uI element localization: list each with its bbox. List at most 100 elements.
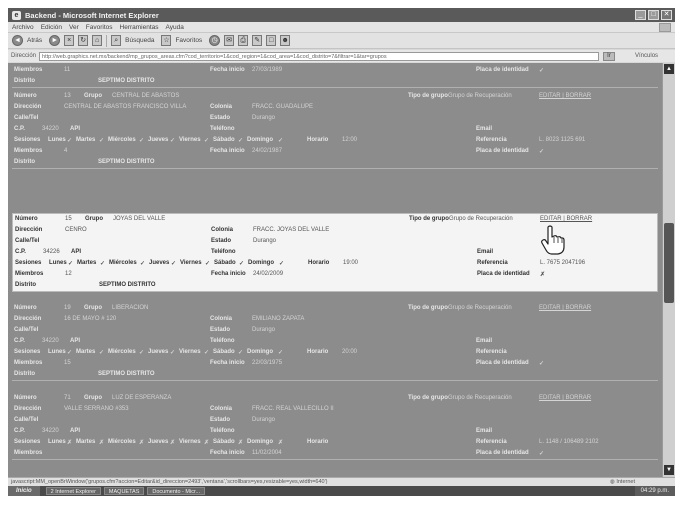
label-placa: Placa de identidad xyxy=(476,67,529,73)
start-button[interactable]: Inicio xyxy=(8,486,40,496)
group-record: Número 71 Grupo LUZ DE ESPERANZA Tipo de… xyxy=(12,393,658,460)
value-colonia: FRACC. JOYAS DEL VALLE xyxy=(253,227,330,233)
print-icon[interactable]: ⎙ xyxy=(238,35,249,46)
day-viernes: Viernes xyxy=(180,260,202,266)
search-label[interactable]: Búsqueda xyxy=(125,37,154,44)
check-icon: ✓ xyxy=(67,138,73,144)
label-grupo: Grupo xyxy=(84,93,102,99)
scroll-up-icon[interactable]: ▲ xyxy=(664,64,674,74)
label-miembros: Miembros xyxy=(14,360,43,366)
check-icon: ✓ xyxy=(205,261,211,267)
label-colonia: Colonia xyxy=(210,406,232,412)
close-button[interactable]: ✕ xyxy=(661,10,672,20)
check-icon: ✓ xyxy=(171,261,177,267)
value-cp: 34220 xyxy=(42,338,59,344)
value-estado: Durango xyxy=(252,327,276,333)
label-grupo: Grupo xyxy=(85,216,103,222)
check-icon: ✓ xyxy=(100,261,106,267)
address-bar: Dirección http://web.graphics.net.mx/bac… xyxy=(8,50,675,62)
label-distrito: Distrito xyxy=(14,371,35,377)
label-fecha-inicio: Fecha inicio xyxy=(210,67,245,73)
mail-icon[interactable]: ✉ xyxy=(224,35,235,46)
value-cp: 34220 xyxy=(42,428,59,434)
favorites-star-icon[interactable]: ☆ xyxy=(161,35,172,46)
day-viernes: Viernes xyxy=(179,439,201,445)
label-horario: Horario xyxy=(307,137,329,143)
refresh-icon[interactable]: ↻ xyxy=(78,35,89,46)
day-sabado: Sábado xyxy=(213,137,235,143)
day-domingo: Domingo xyxy=(247,439,273,445)
label-fecha-inicio: Fecha inicio xyxy=(211,271,246,277)
label-grupo: Grupo xyxy=(84,395,102,401)
label-miembros: Miembros xyxy=(14,67,43,73)
edit-icon[interactable]: ✎ xyxy=(252,35,263,46)
value-tipo-grupo: Grupo de Recuperación xyxy=(448,93,512,99)
day-martes: Martes xyxy=(76,137,96,143)
menu-archivo[interactable]: Archivo xyxy=(12,24,34,31)
label-direccion: Dirección xyxy=(14,406,42,412)
status-text: javascript:MM_openBrWindow('grupos.cfm?a… xyxy=(11,479,328,485)
search-icon[interactable]: ⌕ xyxy=(111,35,122,46)
value-miembros: 4 xyxy=(64,148,68,154)
day-martes: Martes xyxy=(76,439,96,445)
home-icon[interactable]: ⌂ xyxy=(92,35,103,46)
minimize-button[interactable]: _ xyxy=(635,10,646,20)
label-fecha-inicio: Fecha inicio xyxy=(210,450,245,456)
edit-delete-link[interactable]: EDITAR | BORRAR xyxy=(539,395,591,401)
history-icon[interactable]: ◷ xyxy=(209,35,221,46)
label-email: Email xyxy=(476,338,493,344)
messenger-icon[interactable]: ☻ xyxy=(280,35,291,46)
back-arrow-icon[interactable]: ◄ xyxy=(12,35,23,46)
forward-arrow-icon[interactable]: ► xyxy=(49,35,61,46)
menu-edicion[interactable]: Edición xyxy=(41,24,62,31)
value-cp: 34220 xyxy=(42,126,59,132)
stop-icon[interactable]: × xyxy=(64,35,75,46)
label-miembros: Miembros xyxy=(15,271,44,277)
label-calle: Calle/Tel xyxy=(14,115,39,121)
value-miembros: 11 xyxy=(64,67,71,73)
url-field[interactable]: http://web.graphics.net.mx/backend/mp_gr… xyxy=(39,51,600,61)
group-record: Número 13 Grupo CENTRAL DE ABASTOS Tipo … xyxy=(12,91,658,169)
value-colonia: FRACC. GUADALUPE xyxy=(252,104,314,110)
edit-delete-link[interactable]: EDITAR | BORRAR xyxy=(539,305,591,311)
check-icon: ✓ xyxy=(204,138,210,144)
edit-delete-link[interactable]: EDITAR | BORRAR xyxy=(540,216,592,222)
day-domingo: Domingo xyxy=(248,260,274,266)
maximize-button[interactable]: □ xyxy=(648,10,659,20)
edit-delete-link[interactable]: EDITAR | BORRAR xyxy=(539,93,591,99)
browser-window: e Backend - Microsoft Internet Explorer … xyxy=(8,8,675,496)
label-placa: Placa de identidad xyxy=(476,360,529,366)
status-bar: javascript:MM_openBrWindow('grupos.cfm?a… xyxy=(8,477,675,486)
x-icon: ✗ xyxy=(278,440,284,446)
favorites-label[interactable]: Favoritos xyxy=(175,37,202,44)
value-referencia: L. 8023 1125 691 xyxy=(539,137,586,143)
taskbar-item-documento[interactable]: Documento - Micr... xyxy=(147,487,206,495)
label-cp: C.P. xyxy=(15,249,26,255)
menu-ayuda[interactable]: Ayuda xyxy=(166,24,184,31)
label-calle: Calle/Tel xyxy=(14,327,39,333)
x-icon: ✗ xyxy=(170,440,176,446)
taskbar-item-ie[interactable]: 2 Internet Explorer xyxy=(45,487,101,495)
label-numero: Número xyxy=(15,216,38,222)
placa-check-icon: ✓ xyxy=(539,68,545,74)
vertical-scrollbar[interactable]: ▲ ▼ xyxy=(662,63,675,477)
menu-ver[interactable]: Ver xyxy=(69,24,79,31)
value-horario: 20:00 xyxy=(342,349,358,355)
menu-favoritos[interactable]: Favoritos xyxy=(86,24,113,31)
back-label[interactable]: Atrás xyxy=(27,37,42,44)
links-label[interactable]: Vínculos xyxy=(635,53,658,59)
go-button[interactable]: Ir xyxy=(603,51,616,61)
scroll-down-icon[interactable]: ▼ xyxy=(664,465,674,475)
taskbar-item-maquetas[interactable]: MAQUETAS xyxy=(103,487,145,495)
address-label: Dirección xyxy=(11,53,37,59)
discuss-icon[interactable]: □ xyxy=(266,35,277,46)
check-icon: ✓ xyxy=(279,261,285,267)
page-content: Miembros 11 Fecha inicio 27/03/1989 Plac… xyxy=(8,63,662,477)
value-grupo: CENTRAL DE ABASTOS xyxy=(112,93,180,99)
day-miercoles: Miércoles xyxy=(108,349,136,355)
label-telefono: Teléfono xyxy=(210,428,235,434)
x-icon: ✗ xyxy=(139,440,145,446)
label-referencia: Referencia xyxy=(477,260,508,266)
scroll-thumb[interactable] xyxy=(664,223,674,303)
menu-herramientas[interactable]: Herramientas xyxy=(120,24,159,31)
